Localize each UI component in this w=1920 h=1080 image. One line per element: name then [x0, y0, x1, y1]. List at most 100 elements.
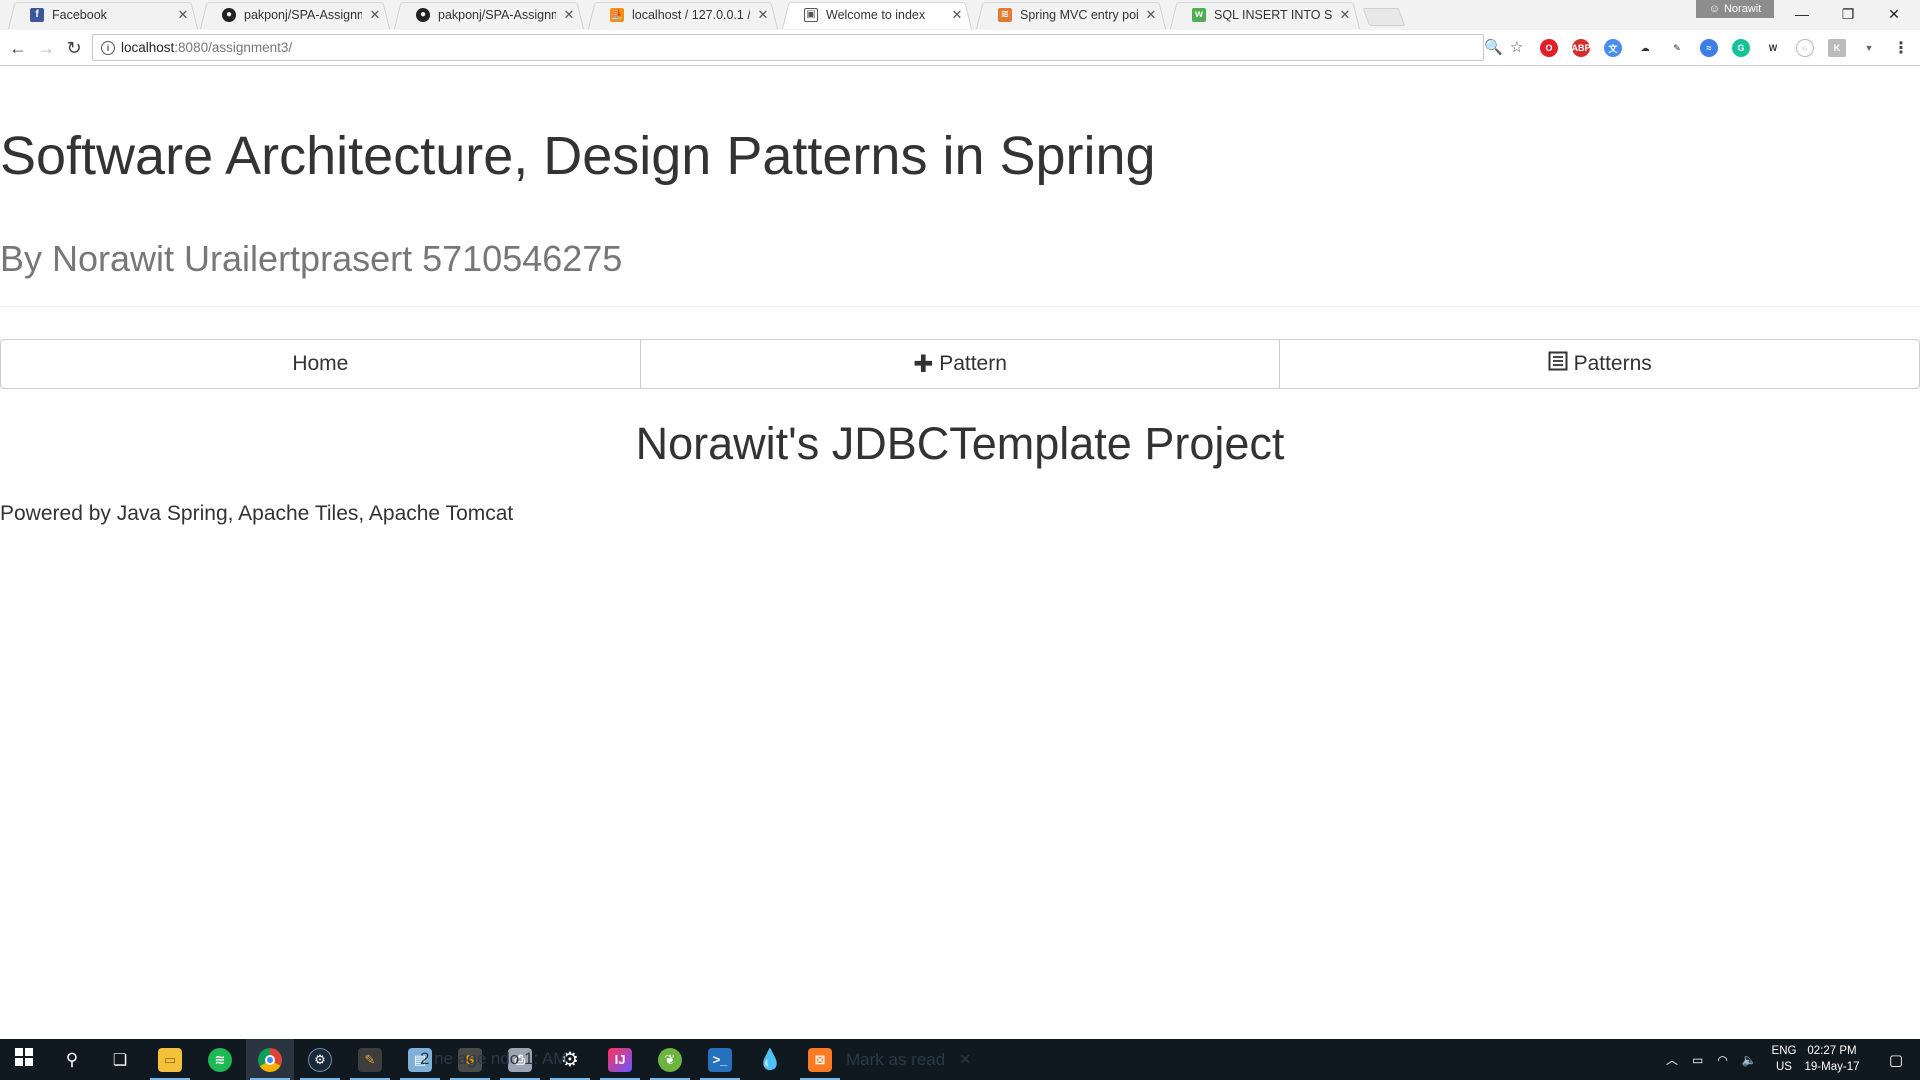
adblock-icon[interactable]: ABP [1572, 39, 1591, 57]
grammarly-icon[interactable]: G [1732, 39, 1750, 57]
star-icon[interactable]: ☆ [1510, 38, 1523, 56]
spotify-icon: ≋ [208, 1047, 232, 1072]
taskbar-clock[interactable]: 02:27 PM 19-May-17 [1800, 1043, 1864, 1075]
browser-tab-strip: f Facebook ✕ ● pakponj/SPA-Assignmen ✕ ●… [0, 0, 1920, 30]
intellij-icon: IJ [608, 1047, 632, 1072]
web-page: Software Architecture, Design Patterns i… [0, 67, 1920, 1039]
folder-icon: ▭ [158, 1047, 182, 1072]
mark-as-read-button[interactable]: Mark as read [846, 1050, 945, 1070]
tab-phpmyadmin[interactable]: ⛵ localhost / 127.0.0.1 / pa ✕ [588, 0, 778, 30]
close-tab-icon[interactable]: ✕ [1338, 7, 1352, 23]
close-icon[interactable]: ✕ [959, 1051, 971, 1068]
new-tab-button[interactable] [1362, 8, 1406, 26]
powershell-icon: >_ [708, 1047, 732, 1072]
tab-title: Facebook [52, 7, 107, 22]
github-icon: ● [416, 7, 430, 22]
close-tab-icon[interactable]: ✕ [950, 7, 964, 23]
phpmyadmin-icon: ⛵ [610, 7, 624, 22]
tab-welcome-to-index[interactable]: ▣ Welcome to index ✕ [782, 0, 972, 30]
reload-button[interactable]: ↻ [62, 36, 86, 60]
project-title: Norawit's JDBCTemplate Project [635, 418, 1285, 469]
taskbar-spotify[interactable]: ≋ [196, 1039, 244, 1080]
notification-icon: ▢ [1888, 1051, 1904, 1069]
region-code: US [1776, 1061, 1792, 1073]
tab-github-2[interactable]: ● pakponj/SPA-Assignmen ✕ [394, 0, 584, 30]
info-icon[interactable]: i [101, 40, 115, 55]
windows-icon [15, 1048, 33, 1071]
circle-icon[interactable]: ○ [1796, 39, 1814, 57]
add-pattern-button[interactable]: ✚ Pattern [640, 339, 1281, 389]
taskbar-steam[interactable]: ⚙ [296, 1039, 344, 1080]
taskbar-spring-tool[interactable]: ❦ [646, 1039, 694, 1080]
tab-title: SQL INSERT INTO Statem [1214, 7, 1332, 22]
arrow-left-icon: ← [9, 37, 27, 58]
sync-icon[interactable]: ≈ [1700, 39, 1718, 57]
pen-icon[interactable]: ✎ [1668, 39, 1686, 57]
translate-icon[interactable]: 文 [1604, 39, 1622, 57]
language-code: ENG [1771, 1045, 1797, 1057]
chrome-icon [258, 1047, 282, 1072]
cloud-icon[interactable]: ☁ [1636, 39, 1654, 57]
profile-button[interactable]: ☺ Norawit [1696, 0, 1774, 18]
home-label: Home [292, 352, 349, 375]
taskbar-droplet[interactable]: 💧 [746, 1039, 794, 1080]
taskbar-powershell[interactable]: >_ [696, 1039, 744, 1080]
action-center-button[interactable]: ▢ [1872, 1039, 1920, 1080]
task-view-button[interactable]: ❏ [96, 1039, 144, 1080]
search-button[interactable]: ⚲ [48, 1039, 96, 1080]
close-window-button[interactable]: ✕ [1872, 0, 1916, 28]
opera-icon[interactable]: O [1540, 39, 1558, 57]
spring-icon: ≋ [998, 7, 1012, 22]
plus-icon: ✚ [913, 350, 934, 378]
task-view-icon: ❏ [112, 1051, 128, 1069]
steam-icon: ⚙ [308, 1047, 332, 1072]
address-bar[interactable]: i localhost:8080/assignment3/ [92, 34, 1484, 61]
taskbar-file-explorer[interactable]: ▭ [146, 1039, 194, 1080]
close-tab-icon[interactable]: ✕ [368, 7, 382, 23]
home-button[interactable]: Home [0, 339, 641, 389]
wikipedia-icon[interactable]: W [1764, 39, 1782, 57]
close-tab-icon[interactable]: ✕ [1144, 7, 1158, 23]
k-icon[interactable]: K [1828, 39, 1846, 57]
clock-date: 19-May-17 [1804, 1061, 1860, 1073]
close-tab-icon[interactable]: ✕ [562, 7, 576, 23]
arrow-right-icon: → [37, 37, 55, 58]
notification-banner[interactable]: Mark as read ✕ [832, 1039, 1012, 1080]
volume-icon[interactable]: 🔈 [1742, 1053, 1757, 1067]
zoom-icon[interactable]: 🔍 [1484, 38, 1503, 56]
start-button[interactable] [0, 1039, 48, 1080]
page-subtitle: By Norawit Urailertprasert 5710546275 [0, 238, 623, 279]
battery-icon[interactable]: ▭ [1692, 1053, 1703, 1067]
vue-icon[interactable]: ▼ [1860, 39, 1878, 57]
search-icon: ⚲ [65, 1049, 79, 1069]
taskbar-intellij[interactable]: IJ [596, 1039, 644, 1080]
taskbar-chrome[interactable] [246, 1039, 294, 1080]
wifi-icon[interactable]: ◠ [1717, 1053, 1727, 1067]
main-nav: Home ✚ Pattern Patterns [0, 339, 1920, 389]
clock-time: 02:27 PM [1807, 1045, 1857, 1057]
close-tab-icon[interactable]: ✕ [176, 7, 190, 23]
tab-github-1[interactable]: ● pakponj/SPA-Assignmen ✕ [200, 0, 390, 30]
profile-name: Norawit [1723, 3, 1762, 15]
forward-button[interactable]: → [34, 36, 58, 60]
page-title: Software Architecture, Design Patterns i… [0, 126, 1156, 186]
url-host: localhost [121, 40, 175, 55]
close-tab-icon[interactable]: ✕ [756, 7, 770, 23]
w3schools-icon: w [1192, 7, 1206, 22]
footer-text: Powered by Java Spring, Apache Tiles, Ap… [0, 502, 514, 525]
taskbar-sublime[interactable]: ✎ [346, 1039, 394, 1080]
back-button[interactable]: ← [6, 36, 30, 60]
minimize-button[interactable]: — [1780, 0, 1824, 28]
reload-icon: ↻ [66, 37, 82, 58]
restore-button[interactable]: ❐ [1826, 0, 1870, 28]
tab-spring-mvc[interactable]: ≋ Spring MVC entry point ✕ [976, 0, 1166, 30]
menu-icon[interactable]: ⋮ [1892, 39, 1910, 57]
language-indicator[interactable]: ENG US [1768, 1043, 1800, 1075]
tab-sql-insert[interactable]: w SQL INSERT INTO Statem ✕ [1170, 0, 1360, 30]
tab-facebook[interactable]: f Facebook ✕ [8, 0, 198, 30]
patterns-button[interactable]: Patterns [1280, 339, 1920, 389]
chevron-up-icon[interactable]: ︿ [1666, 1051, 1678, 1068]
pen-tool-icon: ✎ [358, 1047, 382, 1072]
notification-ghost-text: 2 ne age ndo 1: AM [420, 1049, 568, 1068]
system-tray: ︿ ▭ ◠ 🔈 [1666, 1039, 1757, 1080]
